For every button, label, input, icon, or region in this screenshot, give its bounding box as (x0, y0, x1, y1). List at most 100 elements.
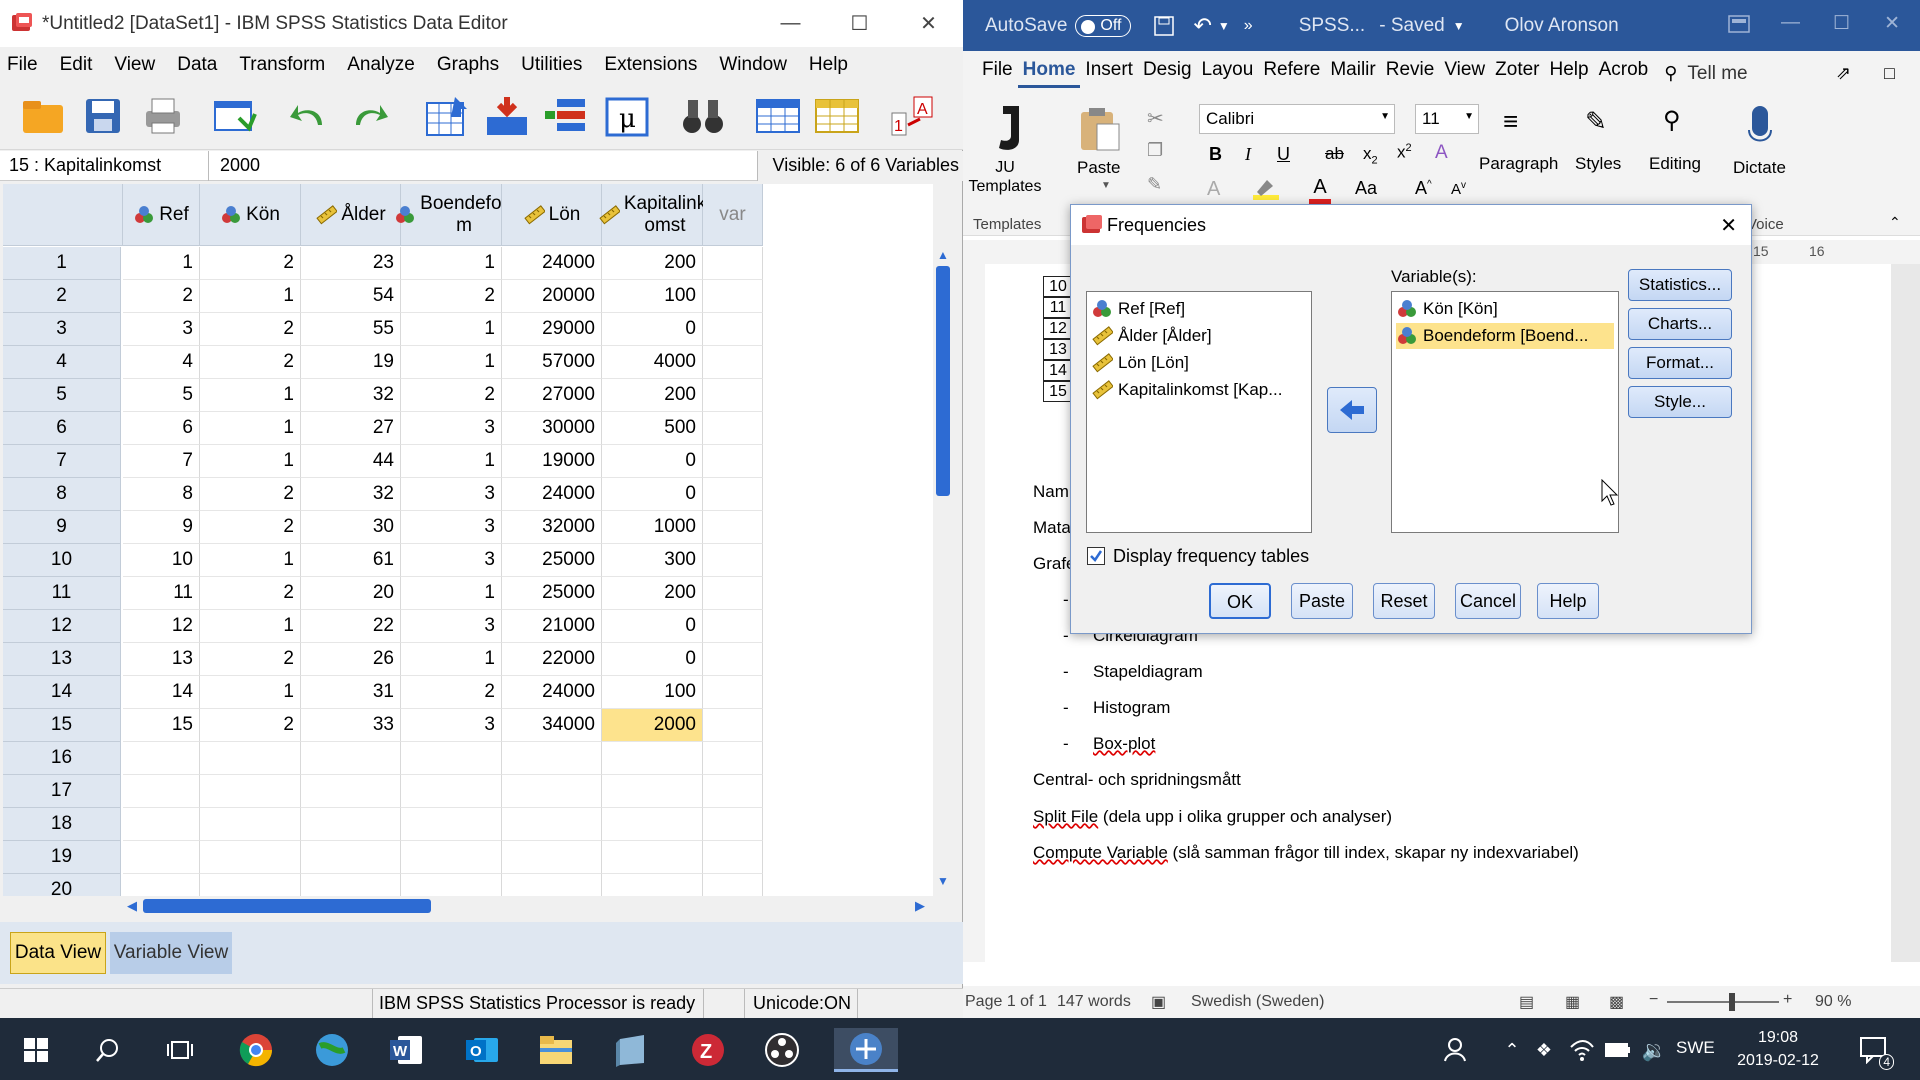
table-cell[interactable] (401, 874, 502, 896)
file-explorer-icon[interactable] (534, 1028, 578, 1072)
scroll-right-icon[interactable]: ▶ (915, 898, 925, 914)
table-cell[interactable]: 55 (301, 313, 401, 346)
table-cell[interactable] (401, 775, 502, 808)
tab-data-view[interactable]: Data View (10, 932, 106, 974)
table-cell[interactable]: 7 (123, 445, 200, 478)
vertical-scroll-thumb[interactable] (936, 266, 950, 496)
table-cell[interactable] (123, 808, 200, 841)
maximize-icon[interactable]: ☐ (825, 0, 894, 47)
table-cell[interactable] (703, 313, 763, 346)
table-cell[interactable]: 100 (602, 676, 703, 709)
table-cell[interactable]: 15 (123, 709, 200, 742)
word-taskbar-icon[interactable]: W (384, 1028, 428, 1072)
paragraph-icon[interactable]: ≡ (1503, 106, 1518, 137)
ribbon-display-icon[interactable] (1728, 14, 1750, 34)
row-header[interactable]: 3 (3, 313, 121, 346)
table-cell[interactable] (301, 874, 401, 896)
word-tab-revie[interactable]: Revie (1381, 59, 1440, 88)
row-header[interactable]: 14 (3, 676, 121, 709)
tab-variable-view[interactable]: Variable View (110, 932, 232, 974)
row-header[interactable]: 9 (3, 511, 121, 544)
table-cell[interactable] (703, 808, 763, 841)
goto-variable-icon[interactable] (482, 91, 532, 141)
table-cell[interactable]: 1 (200, 544, 301, 577)
table-cell[interactable]: 4000 (602, 346, 703, 379)
table-cell[interactable]: 54 (301, 280, 401, 313)
table-cell[interactable] (502, 808, 602, 841)
word-tab-help[interactable]: Help (1545, 59, 1594, 88)
table-cell[interactable]: 1 (200, 445, 301, 478)
table-cell[interactable] (703, 478, 763, 511)
table-cell[interactable]: 2 (200, 577, 301, 610)
table-cell[interactable] (703, 445, 763, 478)
paste-dropdown-icon[interactable]: ▼ (1101, 180, 1111, 191)
menu-file[interactable]: File (0, 54, 53, 76)
table-cell[interactable]: 14 (123, 676, 200, 709)
word-tab-zoter[interactable]: Zoter (1490, 59, 1544, 88)
autosave-toggle[interactable]: Off (1075, 14, 1132, 37)
lightbulb-search-icon[interactable]: ⚲ (1659, 63, 1682, 84)
table-cell[interactable]: 300 (602, 544, 703, 577)
table-cell[interactable]: 1 (401, 643, 502, 676)
table-cell[interactable] (703, 676, 763, 709)
table-cell[interactable]: 34000 (502, 709, 602, 742)
row-header[interactable]: 18 (3, 808, 121, 841)
minimize-icon[interactable]: — (756, 0, 825, 47)
table-cell[interactable]: 13 (123, 643, 200, 676)
zoom-slider-thumb[interactable] (1729, 993, 1735, 1011)
language-status[interactable]: Swedish (Sweden) (1191, 993, 1324, 1011)
print-icon[interactable] (138, 91, 188, 141)
table-cell[interactable] (703, 412, 763, 445)
table-cell[interactable] (123, 742, 200, 775)
obs-icon[interactable] (760, 1028, 804, 1072)
word-tab-mailir[interactable]: Mailir (1325, 59, 1380, 88)
horizontal-scroll-thumb[interactable] (143, 899, 431, 913)
table-cell[interactable]: 1000 (602, 511, 703, 544)
globe-app-icon[interactable] (310, 1028, 354, 1072)
table-cell[interactable]: 3 (401, 709, 502, 742)
table-cell[interactable]: 31 (301, 676, 401, 709)
styles-icon[interactable]: ✎ (1585, 106, 1607, 137)
table-cell[interactable]: 29000 (502, 313, 602, 346)
table-cell[interactable]: 2000 (602, 709, 703, 742)
zoom-out-icon[interactable]: − (1649, 991, 1658, 1009)
table-cell[interactable] (602, 742, 703, 775)
redo-icon[interactable] (345, 91, 395, 141)
task-view-icon[interactable] (158, 1028, 202, 1072)
table-cell[interactable]: 2 (200, 346, 301, 379)
table-cell[interactable] (401, 742, 502, 775)
table-cell[interactable]: 30 (301, 511, 401, 544)
row-header[interactable]: 16 (3, 742, 121, 775)
search-icon[interactable]: ⚲ (1663, 106, 1681, 135)
close-icon[interactable]: ✕ (894, 0, 963, 47)
column-header-lön[interactable]: Lön (502, 184, 602, 246)
word-tab-refere[interactable]: Refere (1258, 59, 1325, 88)
table-cell[interactable] (301, 742, 401, 775)
table-cell[interactable] (602, 775, 703, 808)
open-folder-icon[interactable] (18, 91, 68, 141)
table-cell[interactable] (301, 841, 401, 874)
help-button[interactable]: Help (1537, 583, 1599, 619)
insert-cases-icon[interactable] (753, 91, 803, 141)
word-maximize-icon[interactable]: ☐ (1833, 12, 1850, 35)
word-tab-file[interactable]: File (977, 59, 1018, 88)
menu-help[interactable]: Help (802, 54, 863, 76)
row-header[interactable]: 15 (3, 709, 121, 742)
table-cell[interactable] (703, 775, 763, 808)
highlight-icon[interactable] (1253, 178, 1279, 200)
table-cell[interactable]: 200 (602, 379, 703, 412)
share-icon[interactable]: ⇗ (1831, 63, 1856, 84)
zotero-icon[interactable]: Z (686, 1028, 730, 1072)
table-cell[interactable] (703, 511, 763, 544)
table-cell[interactable]: 1 (401, 313, 502, 346)
table-cell[interactable] (123, 775, 200, 808)
horizontal-scrollbar[interactable]: ◀ ▶ (123, 896, 931, 916)
table-cell[interactable]: 1 (401, 445, 502, 478)
table-cell[interactable]: 24000 (502, 247, 602, 280)
source-variable-item[interactable]: Ålder [Ålder] (1091, 323, 1212, 349)
font-name-box[interactable]: Calibri ▼ (1199, 104, 1395, 134)
table-cell[interactable]: 32000 (502, 511, 602, 544)
table-cell[interactable] (703, 874, 763, 896)
ju-templates-button[interactable]: JU Templates (963, 158, 1047, 196)
collapse-ribbon-icon[interactable]: ⌃ (1889, 214, 1901, 231)
